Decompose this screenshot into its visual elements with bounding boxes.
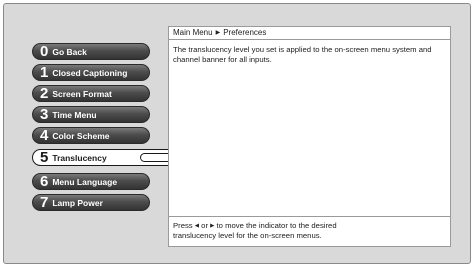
menu-item-lamp-power[interactable]: 7 Lamp Power (32, 194, 150, 211)
menu-item-closed-captioning[interactable]: 1 Closed Captioning (32, 64, 150, 81)
tv-screen: 0 Go Back 1 Closed Captioning 2 Screen F… (3, 3, 471, 264)
menu-item-label: Lamp Power (52, 197, 103, 208)
right-arrow-icon: ▶ (210, 223, 215, 229)
menu-item-label: Translucency (52, 152, 107, 163)
menu-item-time-menu[interactable]: 3 Time Menu (32, 106, 150, 123)
info-panel: Main Menu ▶ Preferences The translucency… (168, 26, 451, 247)
menu-item-number: 4 (40, 127, 49, 144)
menu-item-label: Go Back (52, 46, 87, 57)
caret-right-icon: ▶ (215, 30, 221, 36)
menu-item-number: 1 (40, 64, 49, 81)
menu-item-screen-format[interactable]: 2 Screen Format (32, 85, 150, 102)
breadcrumb: Main Menu ▶ Preferences (169, 27, 450, 40)
description-text: The translucency level you set is applie… (173, 45, 432, 64)
menu-item-number: 7 (40, 194, 49, 211)
menu-item-label: Color Scheme (52, 130, 110, 141)
menu-item-number: 3 (40, 106, 49, 123)
help-or: or (201, 221, 209, 230)
menu-item-label: Menu Language (52, 176, 118, 187)
menu-item-number: 2 (40, 85, 49, 102)
menu-item-number: 6 (40, 173, 49, 190)
menu-item-label: Time Menu (52, 109, 97, 120)
menu-item-number: 5 (40, 149, 49, 166)
menu-item-color-scheme[interactable]: 4 Color Scheme (32, 127, 150, 144)
menu-item-label: Screen Format (52, 88, 112, 99)
help-line-2: translucency level for the on-screen men… (173, 231, 322, 240)
menu-item-menu-language[interactable]: 6 Menu Language (32, 173, 150, 190)
help-line-1: Press ◀ or ▶ to move the indicator to th… (173, 221, 446, 231)
menu-item-label: Closed Captioning (52, 67, 128, 78)
help-press: Press (173, 221, 193, 230)
menu-item-go-back[interactable]: 0 Go Back (32, 43, 150, 60)
breadcrumb-current: Preferences (223, 28, 267, 37)
menu-item-number: 0 (40, 43, 49, 60)
breadcrumb-root[interactable]: Main Menu (173, 27, 213, 39)
left-arrow-icon: ◀ (194, 223, 200, 229)
help-text: Press ◀ or ▶ to move the indicator to th… (169, 216, 450, 246)
help-instruction: to move the indicator to the desired (216, 221, 337, 230)
